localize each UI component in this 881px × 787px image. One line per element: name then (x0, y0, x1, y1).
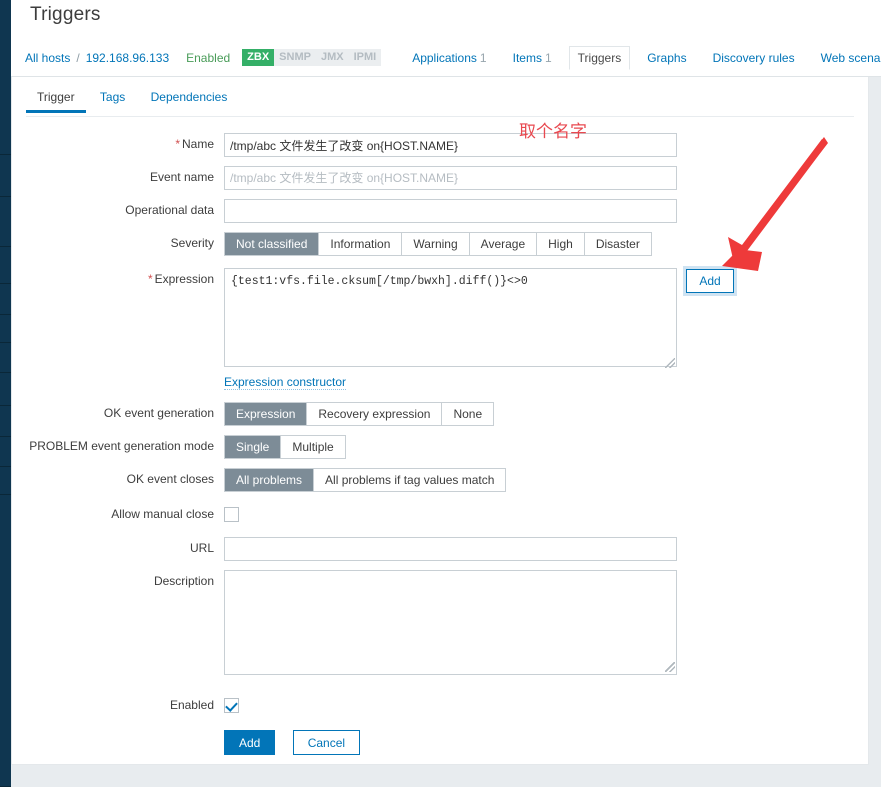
field-row-url: URL (12, 537, 868, 561)
host-status[interactable]: Enabled (186, 51, 230, 65)
nav-segment (0, 406, 11, 437)
ok-event-closes-segmented-control: All problems All problems if tag values … (224, 468, 507, 492)
label-description: Description (153, 574, 214, 588)
label-operational-data: Operational data (125, 203, 214, 217)
label-url: URL (189, 541, 214, 555)
field-row-allow-manual-close: Allow manual close (12, 503, 868, 525)
field-row-ok-event-generation: OK event generation Expression Recovery … (12, 402, 868, 426)
problem-event-mode-option-single[interactable]: Single (225, 436, 282, 458)
expression-add-button[interactable]: Add (683, 266, 737, 296)
label-expression: * Expression (147, 272, 214, 286)
badge-jmx: JMX (315, 49, 349, 66)
object-tabs: Applications 1 Items 1 Triggers Graphs Dis… (403, 45, 881, 70)
nav-segment (0, 495, 11, 787)
breadcrumb-host[interactable]: 192.168.96.133 (86, 51, 169, 65)
tab-tags[interactable]: Tags (89, 85, 136, 113)
breadcrumb-separator: / (76, 50, 80, 65)
objtab-discovery-rules[interactable]: Discovery rules (704, 47, 804, 69)
expression-textarea[interactable]: {test1:vfs.file.cksum[/tmp/bwxh].diff()}… (224, 268, 677, 367)
nav-segment (0, 284, 11, 315)
nav-segment (0, 467, 11, 495)
left-nav-strip[interactable] (0, 0, 11, 787)
label-problem-event-generation-mode: PROBLEM event generation mode (29, 439, 214, 453)
badge-snmp: SNMP (274, 49, 316, 66)
objtab-items[interactable]: Items 1 (504, 47, 561, 69)
url-input[interactable] (224, 537, 677, 561)
objtab-triggers[interactable]: Triggers (568, 45, 631, 70)
nav-segment (0, 155, 11, 197)
event-name-input[interactable] (224, 166, 677, 190)
nav-segment (0, 247, 11, 284)
cancel-button[interactable]: Cancel (292, 730, 361, 755)
field-row-event-name: Event name (12, 166, 868, 190)
title-bar: Triggers (11, 0, 881, 38)
name-input[interactable] (224, 133, 677, 157)
problem-event-generation-mode-segmented-control: Single Multiple (224, 435, 346, 459)
breadcrumb-all-hosts[interactable]: All hosts (25, 51, 70, 65)
enabled-checkbox[interactable] (224, 698, 239, 713)
objtab-count: 1 (479, 50, 487, 65)
field-row-name: * Name (12, 133, 868, 157)
label-ok-event-generation: OK event generation (103, 406, 214, 420)
required-marker: * (147, 272, 153, 286)
objtab-label: Items (512, 50, 542, 65)
severity-option-disaster[interactable]: Disaster (584, 233, 651, 255)
nav-segment (0, 437, 11, 467)
objtab-count: 1 (544, 50, 552, 65)
severity-option-information[interactable]: Information (319, 233, 403, 255)
nav-segment (0, 315, 11, 343)
badge-ipmi: IPMI (348, 49, 382, 66)
nav-segment (0, 197, 11, 247)
ok-event-generation-option-expression[interactable]: Expression (225, 403, 308, 425)
field-row-expression: * Expression {test1:vfs.file.cksum[/tmp/b… (12, 266, 868, 390)
nav-segment (0, 343, 11, 373)
severity-option-high[interactable]: High (537, 233, 585, 255)
object-nav-bar: All hosts / 192.168.96.133 Enabled ZBX S… (11, 38, 881, 77)
label-event-name: Event name (149, 170, 214, 184)
submit-add-button[interactable]: Add (224, 730, 276, 755)
nav-segment (0, 373, 11, 406)
form-actions-row: Add Cancel (12, 730, 868, 755)
label-name: * Name (175, 137, 214, 151)
objtab-graphs[interactable]: Graphs (638, 47, 695, 69)
severity-option-not-classified[interactable]: Not classified (225, 233, 320, 255)
tab-trigger[interactable]: Trigger (26, 85, 86, 113)
field-row-problem-event-generation-mode: PROBLEM event generation mode Single Mul… (12, 435, 868, 459)
ok-event-generation-option-none[interactable]: None (442, 403, 494, 425)
field-row-description: Description (12, 570, 868, 678)
required-marker: * (175, 137, 180, 151)
objtab-applications[interactable]: Applications 1 (403, 47, 495, 69)
objtab-label: Applications (412, 50, 477, 65)
interface-badges: ZBX SNMP JMX IPMI (242, 49, 382, 66)
tab-dependencies[interactable]: Dependencies (140, 85, 239, 113)
trigger-form-card: Trigger Tags Dependencies *Name Event na… (11, 77, 869, 765)
description-textarea[interactable] (224, 570, 677, 675)
problem-event-mode-option-multiple[interactable]: Multiple (281, 436, 345, 458)
label-allow-manual-close: Allow manual close (111, 507, 214, 521)
badge-zbx: ZBX (242, 49, 275, 66)
form-tabs: Trigger Tags Dependencies (26, 85, 854, 117)
field-row-severity: Severity Not classified Information Warn… (12, 232, 868, 256)
field-row-enabled: Enabled (12, 694, 868, 716)
field-row-operational-data: Operational data (12, 199, 868, 223)
operational-data-input[interactable] (224, 199, 677, 223)
nav-segment (0, 0, 11, 155)
page-title: Triggers (30, 4, 101, 25)
ok-event-closes-option-tag-values-match[interactable]: All problems if tag values match (314, 469, 506, 491)
allow-manual-close-checkbox[interactable] (224, 507, 239, 522)
label-ok-event-closes: OK event closes (126, 472, 214, 486)
ok-event-generation-segmented-control: Expression Recovery expression None (224, 402, 495, 426)
severity-option-warning[interactable]: Warning (402, 233, 470, 255)
label-enabled: Enabled (169, 698, 214, 712)
severity-option-average[interactable]: Average (469, 233, 538, 255)
expression-constructor-link[interactable]: Expression constructor (224, 375, 347, 390)
trigger-form: *Name Event name Operational data (12, 117, 868, 755)
ok-event-generation-option-recovery-expression[interactable]: Recovery expression (307, 403, 443, 425)
severity-segmented-control: Not classified Information Warning Avera… (224, 232, 652, 256)
field-row-ok-event-closes: OK event closes All problems All problem… (12, 468, 868, 492)
objtab-web-scenarios[interactable]: Web scenarios (812, 47, 881, 69)
ok-event-closes-option-all-problems[interactable]: All problems (225, 469, 315, 491)
label-severity: Severity (170, 236, 214, 250)
